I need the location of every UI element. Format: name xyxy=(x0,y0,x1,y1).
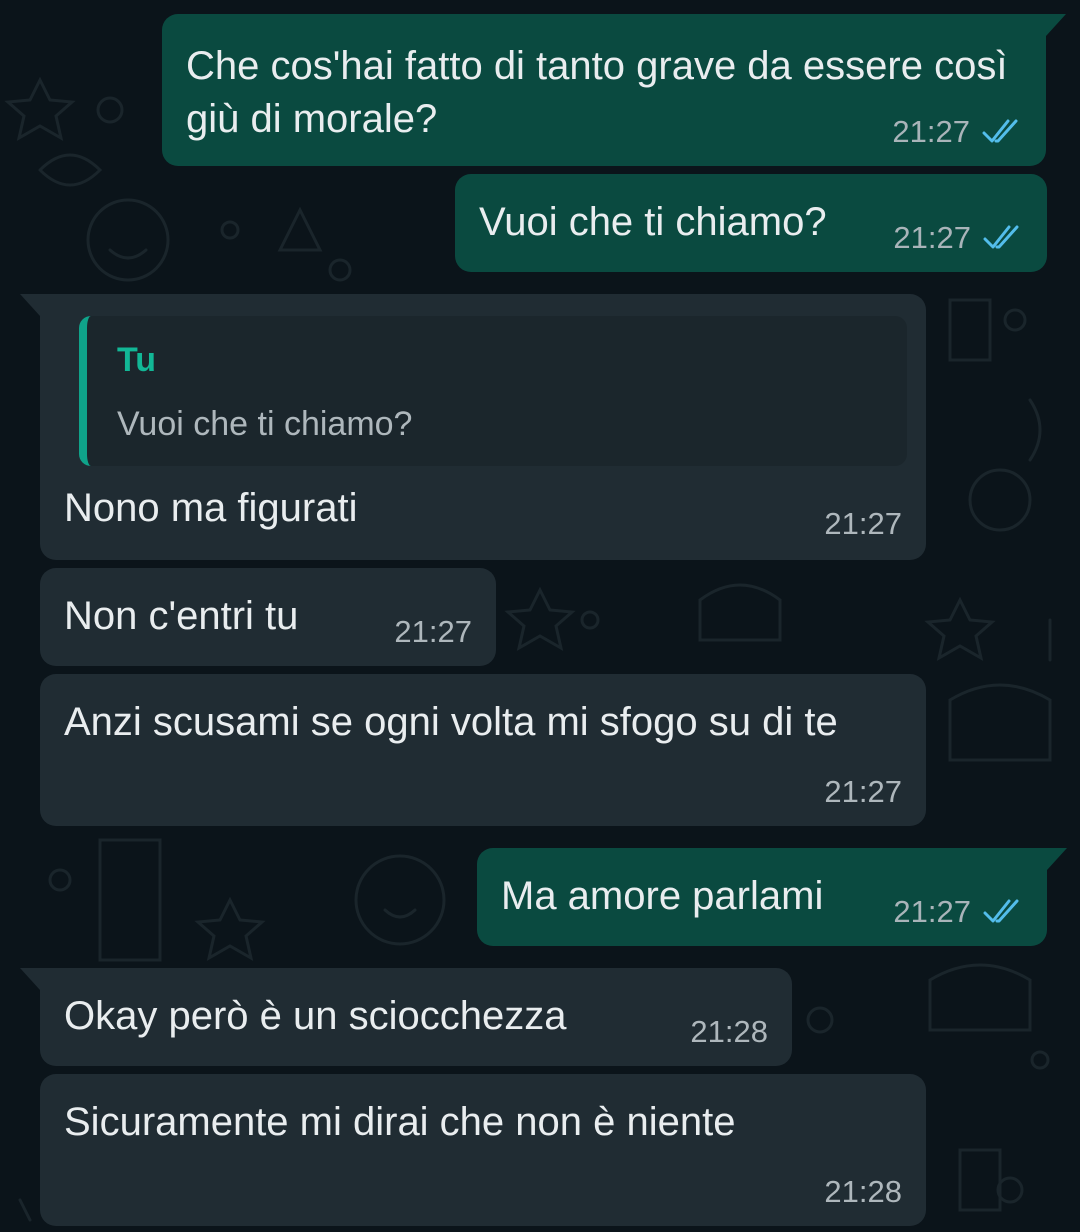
message-text: Anzi scusami se ogni volta mi sfogo su d… xyxy=(64,700,838,744)
message-time: 21:27 xyxy=(893,894,971,929)
incoming-message[interactable]: Non c'entri tu 21:27 xyxy=(40,568,496,666)
message-text: Vuoi che ti chiamo? xyxy=(479,200,827,244)
message-time: 21:27 xyxy=(893,220,971,255)
quoted-text: Vuoi che ti chiamo? xyxy=(117,405,413,443)
message-time: 21:28 xyxy=(690,1014,768,1049)
incoming-message[interactable]: Anzi scusami se ogni volta mi sfogo su d… xyxy=(40,674,926,826)
message-text: Sicuramente mi dirai che non è niente xyxy=(64,1100,736,1144)
message-text: Okay però è un sciocchezza xyxy=(64,994,567,1038)
outgoing-message[interactable]: Vuoi che ti chiamo? 21:27 xyxy=(455,174,1047,272)
message-time: 21:27 xyxy=(892,114,970,149)
message-time: 21:27 xyxy=(824,774,902,809)
message-text: Nono ma figurati xyxy=(64,486,358,530)
outgoing-message[interactable]: Che cos'hai fatto di tanto grave da esse… xyxy=(162,14,1066,166)
message-time: 21:27 xyxy=(824,506,902,541)
quoted-author: Tu xyxy=(117,341,157,379)
message-text: Ma amore parlami xyxy=(501,874,824,918)
incoming-message[interactable]: Sicuramente mi dirai che non è niente 21… xyxy=(40,1074,926,1226)
message-time: 21:27 xyxy=(394,614,472,649)
incoming-message[interactable]: Okay però è un sciocchezza 21:28 xyxy=(20,968,792,1066)
double-check-read-icon xyxy=(982,119,1022,145)
double-check-read-icon xyxy=(983,899,1023,925)
double-check-read-icon xyxy=(983,225,1023,251)
incoming-message[interactable]: Tu Vuoi che ti chiamo? Nono ma figurati … xyxy=(20,294,926,560)
quoted-message[interactable]: Tu Vuoi che ti chiamo? xyxy=(79,316,907,466)
message-time: 21:28 xyxy=(824,1174,902,1209)
chat-message-list[interactable]: Che cos'hai fatto di tanto grave da esse… xyxy=(0,0,1080,1232)
outgoing-message[interactable]: Ma amore parlami 21:27 xyxy=(477,848,1067,946)
message-text: Non c'entri tu xyxy=(64,594,299,638)
